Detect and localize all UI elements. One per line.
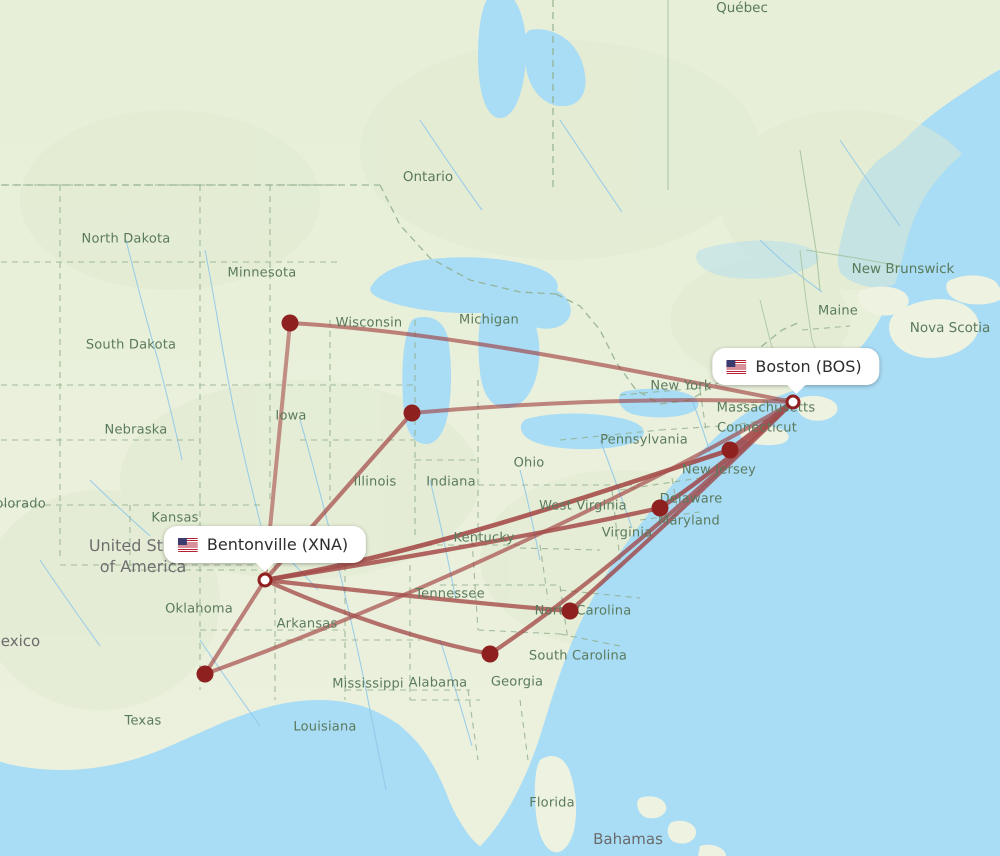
newyork-stop[interactable]	[721, 441, 739, 459]
minneapolis-stop[interactable]	[281, 314, 299, 332]
pill-tail	[785, 384, 806, 394]
origin-airport-pill[interactable]: Bentonville (XNA)	[163, 526, 367, 572]
us-flag-icon	[726, 359, 747, 374]
atlanta-stop[interactable]	[481, 645, 499, 663]
destination-airport-pill[interactable]: Boston (BOS)	[712, 348, 880, 394]
baltimore-stop[interactable]	[651, 499, 669, 517]
us-flag-icon	[177, 537, 198, 552]
route-xna-clt	[262, 577, 573, 614]
route-xna-dfw	[203, 578, 267, 676]
origin-airport-label: Bentonville (XNA)	[206, 535, 349, 554]
flight-route-map[interactable]: North Dakota Minnesota South Dakota Wisc…	[0, 0, 1000, 856]
charlotte-stop[interactable]	[561, 602, 579, 620]
pill-tail	[254, 562, 275, 572]
dallas-stop[interactable]	[196, 665, 214, 683]
origin-marker-xna[interactable]	[257, 572, 273, 588]
destination-marker-bos[interactable]	[785, 394, 801, 410]
destination-airport-label: Boston (BOS)	[755, 357, 862, 376]
chicago-stop[interactable]	[403, 404, 421, 422]
flight-routes-layer	[203, 321, 796, 676]
route-ord-bos	[410, 398, 795, 415]
